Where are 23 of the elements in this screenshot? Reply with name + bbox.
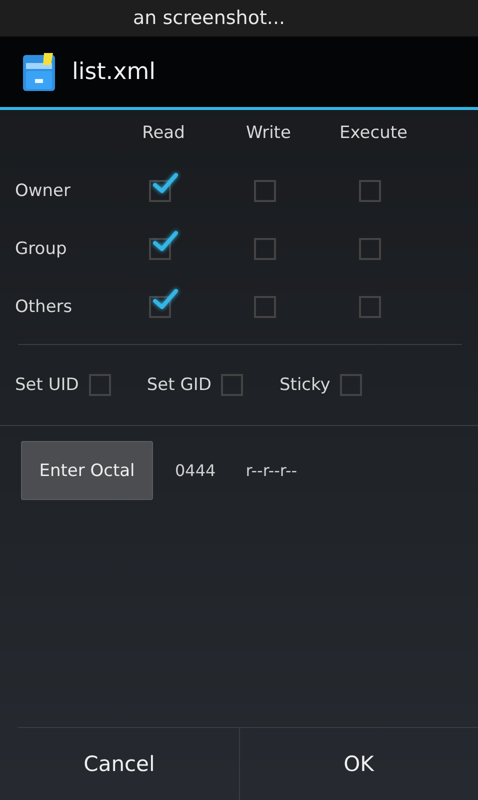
permission-checkbox[interactable] [148,230,178,260]
checkmark-icon [152,288,178,312]
file-cabinet-icon [22,51,58,93]
enter-octal-button[interactable]: Enter Octal [21,441,153,500]
checkmark-icon [152,230,178,254]
row-label: Owner [15,181,71,201]
permission-checkbox[interactable] [148,172,178,202]
window-title: list.xml [72,59,156,85]
column-header: Read [142,123,185,143]
column-header: Execute [340,123,408,143]
permission-checkbox[interactable] [148,288,178,318]
row-label: Group [15,239,67,259]
option-label: Set GID [146,375,212,395]
option-label: Sticky [279,375,330,395]
symbolic-permissions: r--r--r-- [246,461,298,480]
row-label: Others [15,297,72,317]
cancel-button[interactable]: Cancel [0,728,238,800]
notification-text: an screenshot... [133,7,286,29]
checkmark-icon [152,172,178,196]
ok-button[interactable]: OK [238,728,478,800]
option-label: Set UID [15,375,79,395]
column-header: Write [246,123,291,143]
octal-value: 0444 [175,461,216,480]
